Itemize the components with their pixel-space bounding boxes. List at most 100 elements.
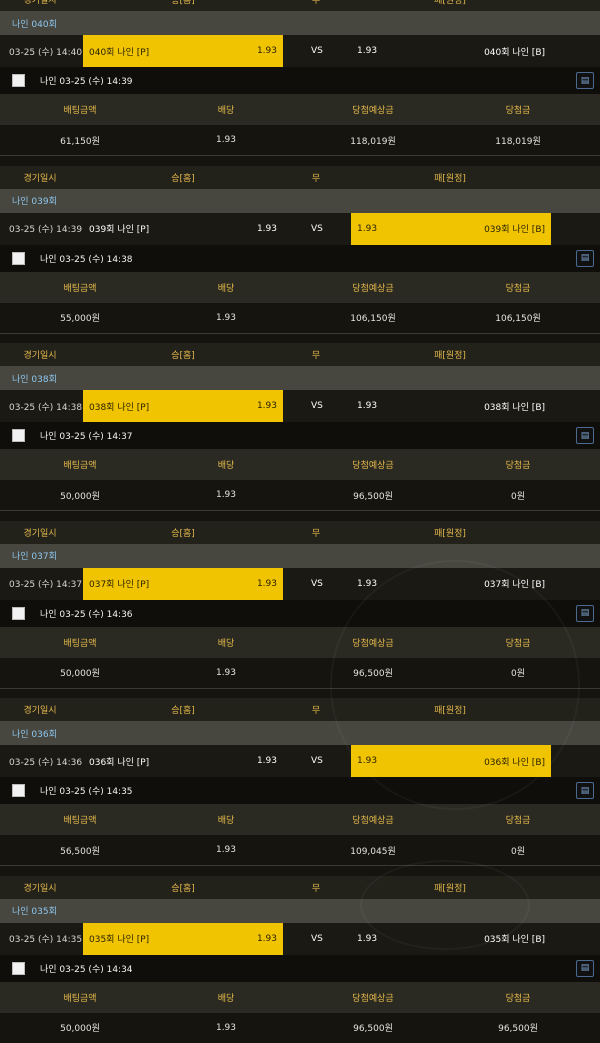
away-pick-cell[interactable]: 1.93 039회 나인 [B] bbox=[351, 212, 551, 245]
round-title: 나인 035회 bbox=[0, 898, 600, 923]
round-title: 나인 037회 bbox=[0, 543, 600, 568]
home-pick-cell[interactable]: 039회 나인 [P] 1.93 bbox=[83, 213, 283, 245]
home-odds: 1.93 bbox=[256, 46, 277, 56]
select-checkbox[interactable] bbox=[12, 784, 25, 797]
bet-game-time: 나인 03-25 (수) 14:36 bbox=[40, 609, 133, 620]
bet-info-row: 나인 03-25 (수) 14:34 ▤ bbox=[0, 954, 600, 982]
home-pick-cell[interactable]: 038회 나인 [P] 1.93 bbox=[83, 390, 283, 422]
away-team-name: 035회 나인 [B] bbox=[484, 935, 545, 945]
won-amount-label: 당첨금 bbox=[505, 106, 531, 116]
match-row: 03-25 (수) 14:36 036회 나인 [P] 1.93 VS 1.93… bbox=[0, 745, 600, 777]
document-icon[interactable]: ▤ bbox=[576, 782, 594, 799]
home-team-name: 040회 나인 [P] bbox=[89, 47, 150, 58]
detail-value-row: 50,000원 1.93 96,500원 0원 bbox=[0, 480, 600, 511]
away-pick-cell[interactable]: 1.93 037회 나인 [B] bbox=[351, 568, 551, 600]
select-checkbox[interactable] bbox=[12, 606, 25, 620]
vs-label: VS bbox=[311, 401, 323, 411]
expected-payout-label: 당첨예상금 bbox=[352, 461, 394, 471]
away-odds: 1.93 bbox=[357, 401, 378, 411]
match-header-row: 경기일시 승[홈] 무 패[원정] bbox=[0, 0, 600, 11]
away-pick-cell[interactable]: 1.93 040회 나인 [B] bbox=[351, 35, 551, 67]
round-label: 나인 038회 bbox=[12, 374, 57, 385]
home-odds: 1.93 bbox=[256, 756, 277, 766]
won-amount-label: 당첨금 bbox=[505, 638, 531, 649]
match-date: 03-25 (수) 14:37 bbox=[9, 580, 83, 590]
match-header-row: 경기일시 승[홈] 무 패[원정] bbox=[0, 698, 600, 721]
home-team-name: 037회 나인 [P] bbox=[89, 580, 150, 590]
bet-info-row: 나인 03-25 (수) 14:37 ▤ bbox=[0, 422, 600, 449]
won-amount-label: 당첨금 bbox=[505, 816, 531, 826]
away-pick-cell[interactable]: 1.93 038회 나인 [B] bbox=[351, 390, 551, 422]
won-amount-value: 106,150원 bbox=[495, 314, 541, 324]
select-checkbox[interactable] bbox=[12, 961, 25, 975]
vs-label: VS bbox=[311, 933, 323, 944]
document-icon[interactable]: ▤ bbox=[576, 249, 594, 267]
odds-value: 1.93 bbox=[215, 1022, 237, 1033]
bet-amount-value: 61,150원 bbox=[60, 136, 100, 147]
header-draw-label: 무 bbox=[311, 351, 321, 361]
away-pick-cell[interactable]: 1.93 035회 나인 [B] bbox=[351, 923, 551, 955]
round-label: 나인 039회 bbox=[12, 197, 57, 207]
home-team-name: 038회 나인 [P] bbox=[89, 402, 150, 413]
home-team-name: 039회 나인 [P] bbox=[89, 225, 150, 235]
bet-amount-value: 50,000원 bbox=[60, 491, 100, 502]
select-checkbox[interactable] bbox=[12, 74, 25, 87]
round-label: 나인 036회 bbox=[12, 729, 57, 740]
header-date-label: 경기일시 bbox=[23, 173, 57, 184]
odds-label: 배당 bbox=[217, 283, 235, 294]
bet-block: 경기일시 승[홈] 무 패[원정] 나인 036회 03-25 (수) 14:3… bbox=[0, 698, 600, 876]
round-label: 나인 037회 bbox=[12, 552, 57, 562]
match-row: 03-25 (수) 14:37 037회 나인 [P] 1.93 VS 1.93… bbox=[0, 567, 600, 600]
odds-value: 1.93 bbox=[215, 312, 237, 323]
bet-amount-label: 배팅금액 bbox=[63, 106, 97, 116]
expected-payout-value: 96,500원 bbox=[353, 491, 393, 502]
detail-value-row: 61,150원 1.93 118,019원 118,019원 bbox=[0, 125, 600, 156]
document-icon[interactable]: ▤ bbox=[576, 427, 594, 444]
bet-amount-value: 56,500원 bbox=[60, 846, 100, 857]
home-pick-cell[interactable]: 040회 나인 [P] 1.93 bbox=[83, 35, 283, 67]
document-icon[interactable]: ▤ bbox=[576, 959, 594, 977]
odds-label: 배당 bbox=[217, 638, 235, 649]
round-title: 나인 039회 bbox=[0, 188, 600, 213]
bet-amount-label: 배팅금액 bbox=[63, 461, 97, 471]
away-pick-cell[interactable]: 1.93 036회 나인 [B] bbox=[351, 745, 551, 777]
header-home-label: 승[홈] bbox=[171, 173, 195, 184]
match-date: 03-25 (수) 14:35 bbox=[9, 935, 83, 945]
document-icon[interactable]: ▤ bbox=[576, 604, 594, 622]
odds-value: 1.93 bbox=[215, 135, 237, 145]
detail-header-row: 배팅금액 배당 당첨예상금 당첨금 bbox=[0, 94, 600, 125]
vs-label: VS bbox=[311, 578, 323, 589]
bet-block: 경기일시 승[홈] 무 패[원정] 나인 039회 03-25 (수) 14:3… bbox=[0, 165, 600, 344]
bet-info-row: 나인 03-25 (수) 14:39 ▤ bbox=[0, 67, 600, 94]
vs-label: VS bbox=[311, 223, 323, 234]
round-title: 나인 040회 bbox=[0, 11, 600, 35]
away-team-name: 038회 나인 [B] bbox=[484, 402, 545, 413]
match-header-row: 경기일시 승[홈] 무 패[원정] bbox=[0, 165, 600, 189]
odds-label: 배당 bbox=[217, 106, 235, 116]
away-team-name: 040회 나인 [B] bbox=[484, 47, 545, 58]
odds-value: 1.93 bbox=[215, 490, 237, 500]
won-amount-label: 당첨금 bbox=[505, 461, 531, 471]
detail-value-row: 56,500원 1.93 109,045원 0원 bbox=[0, 835, 600, 866]
home-team-name: 035회 나인 [P] bbox=[89, 935, 150, 945]
odds-value: 1.93 bbox=[215, 667, 237, 678]
detail-value-row: 50,000원 1.93 96,500원 0원 bbox=[0, 657, 600, 689]
home-pick-cell[interactable]: 037회 나인 [P] 1.93 bbox=[83, 567, 283, 600]
match-row: 03-25 (수) 14:38 038회 나인 [P] 1.93 VS 1.93… bbox=[0, 390, 600, 422]
header-away-label: 패[원정] bbox=[434, 0, 466, 6]
won-amount-value: 0원 bbox=[510, 491, 525, 502]
detail-header-row: 배팅금액 배당 당첨예상금 당첨금 bbox=[0, 981, 600, 1013]
header-away-label: 패[원정] bbox=[434, 706, 466, 716]
home-pick-cell[interactable]: 035회 나인 [P] 1.93 bbox=[83, 922, 283, 955]
bet-info-row: 나인 03-25 (수) 14:35 ▤ bbox=[0, 777, 600, 804]
document-icon[interactable]: ▤ bbox=[576, 72, 594, 89]
detail-header-row: 배팅금액 배당 당첨예상금 당첨금 bbox=[0, 626, 600, 658]
bet-block: 경기일시 승[홈] 무 패[원정] 나인 038회 03-25 (수) 14:3… bbox=[0, 343, 600, 521]
match-header-row: 경기일시 승[홈] 무 패[원정] bbox=[0, 343, 600, 366]
header-date-label: 경기일시 bbox=[23, 351, 57, 361]
home-pick-cell[interactable]: 036회 나인 [P] 1.93 bbox=[83, 745, 283, 777]
match-date: 03-25 (수) 14:39 bbox=[9, 225, 83, 235]
select-checkbox[interactable] bbox=[12, 429, 25, 442]
bet-block: 경기일시 승[홈] 무 패[원정] 나인 037회 03-25 (수) 14:3… bbox=[0, 520, 600, 699]
select-checkbox[interactable] bbox=[12, 251, 25, 265]
